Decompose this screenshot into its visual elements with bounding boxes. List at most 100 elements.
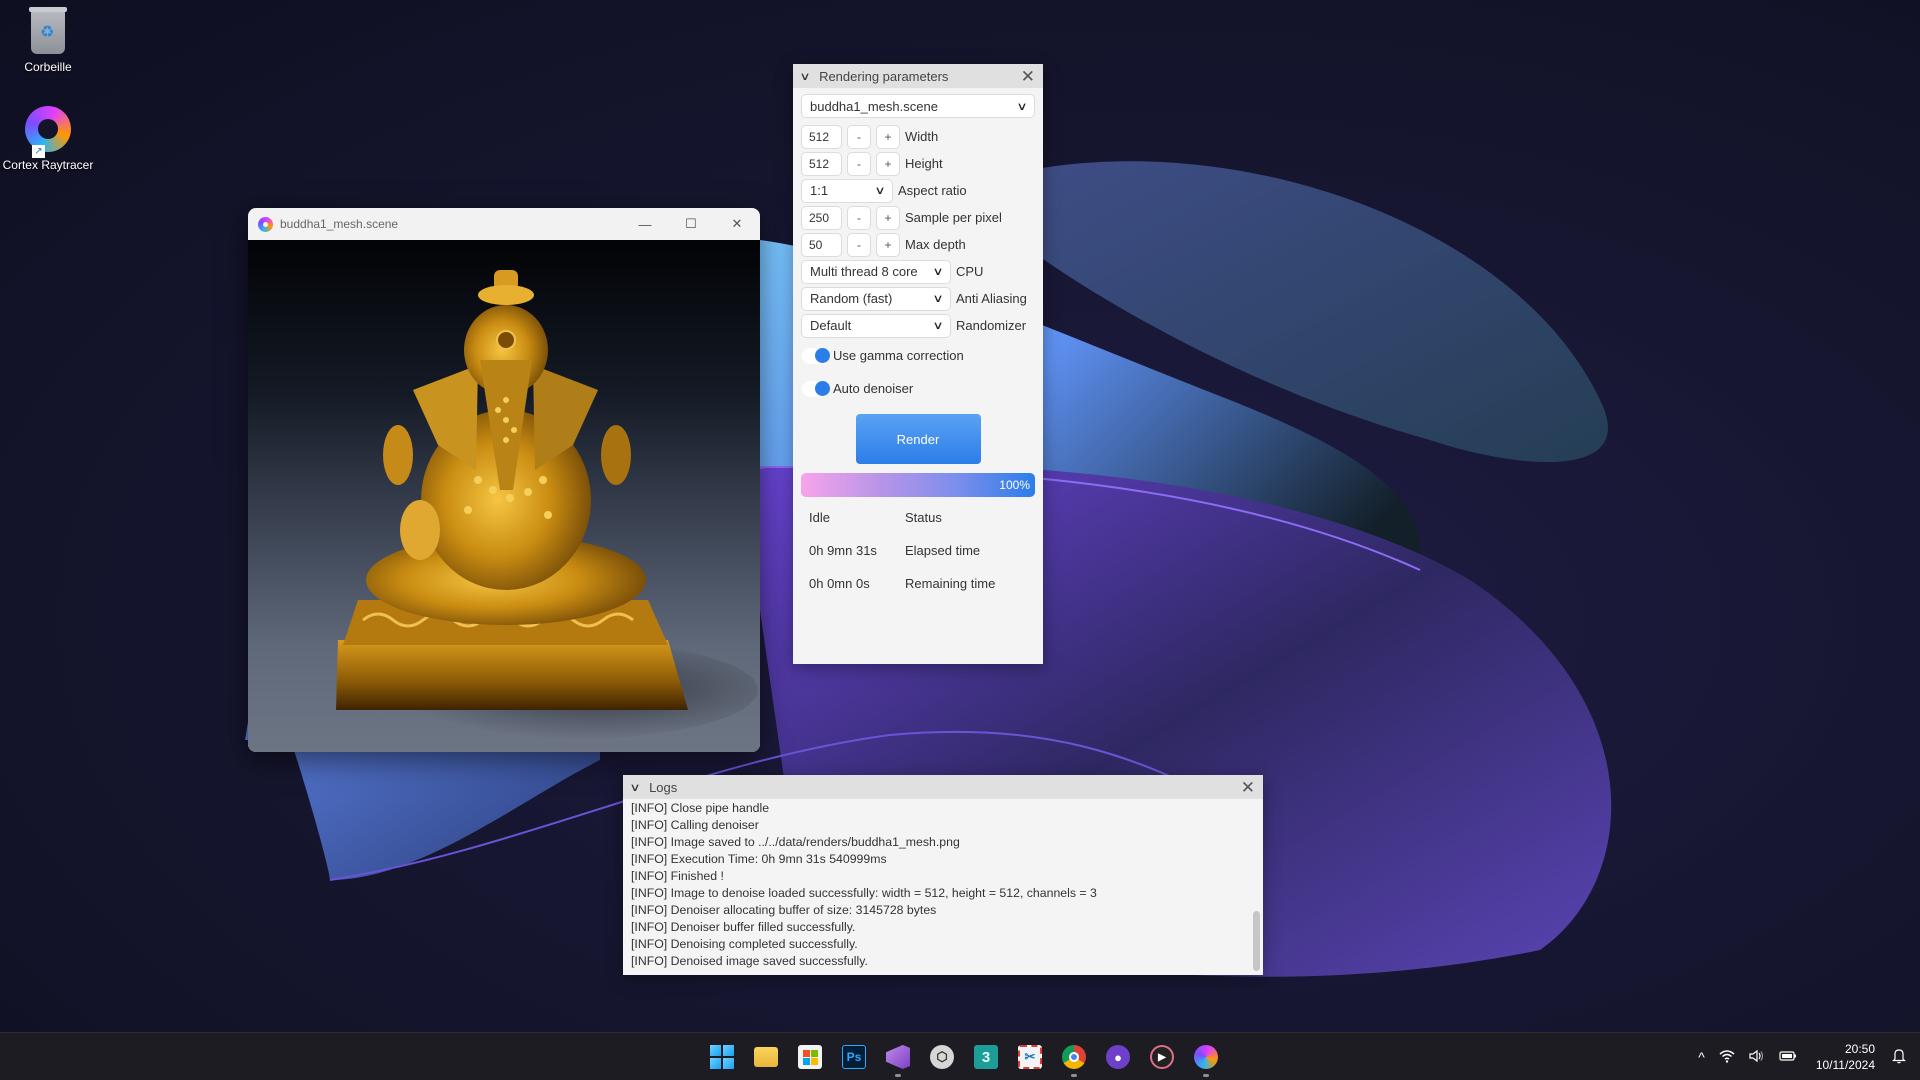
collapse-chevron-icon[interactable]: ∨ bbox=[629, 781, 640, 794]
taskbar-start-button[interactable] bbox=[700, 1035, 744, 1079]
log-scrollbar[interactable] bbox=[1253, 911, 1260, 971]
cortex-raytracer-icon bbox=[1194, 1045, 1218, 1069]
width-row: 512 - + Width bbox=[801, 123, 1035, 150]
progress-text: 100% bbox=[999, 478, 1030, 492]
taskbar-unity[interactable]: ⬡ bbox=[920, 1035, 964, 1079]
scene-select-value: buddha1_mesh.scene bbox=[810, 98, 938, 114]
auto-denoiser-toggle[interactable] bbox=[802, 380, 830, 397]
photoshop-icon: Ps bbox=[842, 1045, 866, 1069]
width-input[interactable]: 512 bbox=[801, 124, 842, 149]
spp-input[interactable]: 250 bbox=[801, 205, 842, 230]
panel-header[interactable]: ∨ Rendering parameters ✕ bbox=[793, 64, 1043, 88]
chevron-down-icon: ∨ bbox=[874, 185, 886, 197]
cpu-select[interactable]: Multi thread 8 core ∨ bbox=[801, 259, 951, 284]
log-list[interactable]: [INFO] Close pipe handle [INFO] Calling … bbox=[623, 799, 1263, 975]
folder-icon bbox=[754, 1047, 778, 1067]
max-depth-decrement-button[interactable]: - bbox=[847, 232, 871, 257]
cpu-value: Multi thread 8 core bbox=[810, 264, 918, 279]
show-hidden-icons-chevron[interactable]: ^ bbox=[1698, 1049, 1705, 1065]
running-indicator bbox=[895, 1074, 901, 1077]
store-icon bbox=[798, 1045, 822, 1069]
desktop-icon-recycle-bin[interactable]: ♻ Corbeille bbox=[0, 7, 96, 74]
remaining-time-label: Remaining time bbox=[905, 576, 996, 591]
randomizer-select[interactable]: Default ∨ bbox=[801, 313, 951, 338]
spp-decrement-button[interactable]: - bbox=[847, 205, 871, 230]
status-value: Idle bbox=[809, 510, 830, 525]
scene-select[interactable]: buddha1_mesh.scene ∨ bbox=[801, 94, 1035, 118]
system-tray: ^ 20:50 10/11/2024 bbox=[1691, 1033, 1920, 1080]
log-line: [INFO] Close pipe handle bbox=[631, 801, 770, 815]
visual-studio-icon bbox=[886, 1045, 910, 1069]
max-depth-increment-button[interactable]: + bbox=[876, 232, 900, 257]
rendered-statue bbox=[336, 270, 758, 740]
chevron-down-icon: ∨ bbox=[1016, 100, 1028, 113]
render-button[interactable]: Render bbox=[855, 414, 981, 464]
height-label: Height bbox=[905, 156, 943, 171]
auto-denoiser-label: Auto denoiser bbox=[833, 381, 914, 396]
taskbar-chrome[interactable] bbox=[1052, 1035, 1096, 1079]
height-decrement-button[interactable]: - bbox=[847, 151, 871, 176]
minimize-button[interactable]: — bbox=[622, 208, 668, 240]
rendering-parameters-panel: ∨ Rendering parameters ✕ buddha1_mesh.sc… bbox=[793, 64, 1043, 664]
aspect-ratio-value: 1:1 bbox=[810, 183, 829, 198]
rendered-image bbox=[248, 240, 760, 752]
recycle-bin-icon: ♻ bbox=[24, 7, 72, 56]
render-window: buddha1_mesh.scene — ☐ ✕ bbox=[248, 208, 760, 752]
notification-bell-icon[interactable] bbox=[1892, 1048, 1906, 1067]
panel-header[interactable]: ∨ Logs ✕ bbox=[623, 775, 1263, 799]
status-label: Status bbox=[905, 510, 942, 525]
wifi-icon[interactable] bbox=[1719, 1049, 1735, 1066]
width-decrement-button[interactable]: - bbox=[847, 124, 871, 149]
spp-increment-button[interactable]: + bbox=[876, 205, 900, 230]
chevron-down-icon: ∨ bbox=[932, 293, 944, 305]
log-line: [INFO] Denoiser allocating buffer of siz… bbox=[631, 903, 937, 917]
close-icon[interactable]: ✕ bbox=[1241, 779, 1255, 796]
anti-aliasing-select[interactable]: Random (fast) ∨ bbox=[801, 286, 951, 311]
shortcut-arrow-icon: ↗ bbox=[32, 145, 45, 158]
taskbar-photoshop[interactable]: Ps bbox=[832, 1035, 876, 1079]
clock-date: 10/11/2024 bbox=[1815, 1058, 1875, 1072]
gamma-correction-label: Use gamma correction bbox=[833, 348, 964, 363]
elapsed-time-row: 0h 9mn 31s Elapsed time bbox=[801, 534, 1035, 567]
randomizer-value: Default bbox=[810, 318, 852, 333]
taskbar-snipping-tool[interactable]: ✂ bbox=[1008, 1035, 1052, 1079]
app-logo-icon bbox=[258, 216, 273, 232]
cpu-row: Multi thread 8 core ∨ CPU bbox=[801, 258, 1035, 285]
log-line: [INFO] Calling denoiser bbox=[631, 818, 759, 832]
gamma-correction-toggle[interactable] bbox=[802, 347, 830, 364]
taskbar-cortex-raytracer[interactable] bbox=[1184, 1035, 1228, 1079]
desktop-icon-cortex-raytracer[interactable]: ↗ Cortex Raytracer bbox=[0, 106, 96, 172]
battery-icon[interactable] bbox=[1779, 1049, 1797, 1065]
randomizer-label: Randomizer bbox=[956, 318, 1027, 333]
volume-icon[interactable] bbox=[1749, 1049, 1765, 1066]
width-increment-button[interactable]: + bbox=[876, 124, 900, 149]
height-input[interactable]: 512 bbox=[801, 151, 842, 176]
close-icon[interactable]: ✕ bbox=[1021, 68, 1035, 85]
gamma-correction-row: Use gamma correction bbox=[801, 339, 1035, 372]
taskbar-visual-studio[interactable] bbox=[876, 1035, 920, 1079]
panel-title: Rendering parameters bbox=[819, 68, 949, 84]
height-increment-button[interactable]: + bbox=[876, 151, 900, 176]
close-icon: ✕ bbox=[731, 216, 743, 231]
anti-aliasing-row: Random (fast) ∨ Anti Aliasing bbox=[801, 285, 1035, 312]
snipping-tool-icon: ✂ bbox=[1018, 1045, 1042, 1069]
taskbar-3ds-max[interactable]: 3 bbox=[964, 1035, 1008, 1079]
taskbar-microsoft-store[interactable] bbox=[788, 1035, 832, 1079]
taskbar-file-explorer[interactable] bbox=[744, 1035, 788, 1079]
aspect-ratio-select[interactable]: 1:1 ∨ bbox=[801, 178, 893, 203]
log-line: [INFO] Denoiser buffer filled successful… bbox=[631, 920, 856, 934]
taskbar-github-desktop[interactable]: ● bbox=[1096, 1035, 1140, 1079]
panel-title: Logs bbox=[649, 779, 678, 795]
max-depth-input[interactable]: 50 bbox=[801, 232, 842, 257]
taskbar-media-player[interactable]: ▶ bbox=[1140, 1035, 1184, 1079]
close-button[interactable]: ✕ bbox=[714, 208, 760, 240]
remaining-time-row: 0h 0mn 0s Remaining time bbox=[801, 567, 1035, 600]
anti-aliasing-label: Anti Aliasing bbox=[956, 291, 1027, 306]
render-window-titlebar[interactable]: buddha1_mesh.scene — ☐ ✕ bbox=[248, 208, 760, 240]
collapse-chevron-icon[interactable]: ∨ bbox=[799, 70, 810, 83]
windows-start-icon bbox=[710, 1045, 734, 1069]
clock[interactable]: 20:50 10/11/2024 bbox=[1816, 1041, 1875, 1073]
spp-label: Sample per pixel bbox=[905, 210, 1002, 225]
chevron-down-icon: ∨ bbox=[932, 320, 944, 332]
maximize-button[interactable]: ☐ bbox=[668, 208, 714, 240]
